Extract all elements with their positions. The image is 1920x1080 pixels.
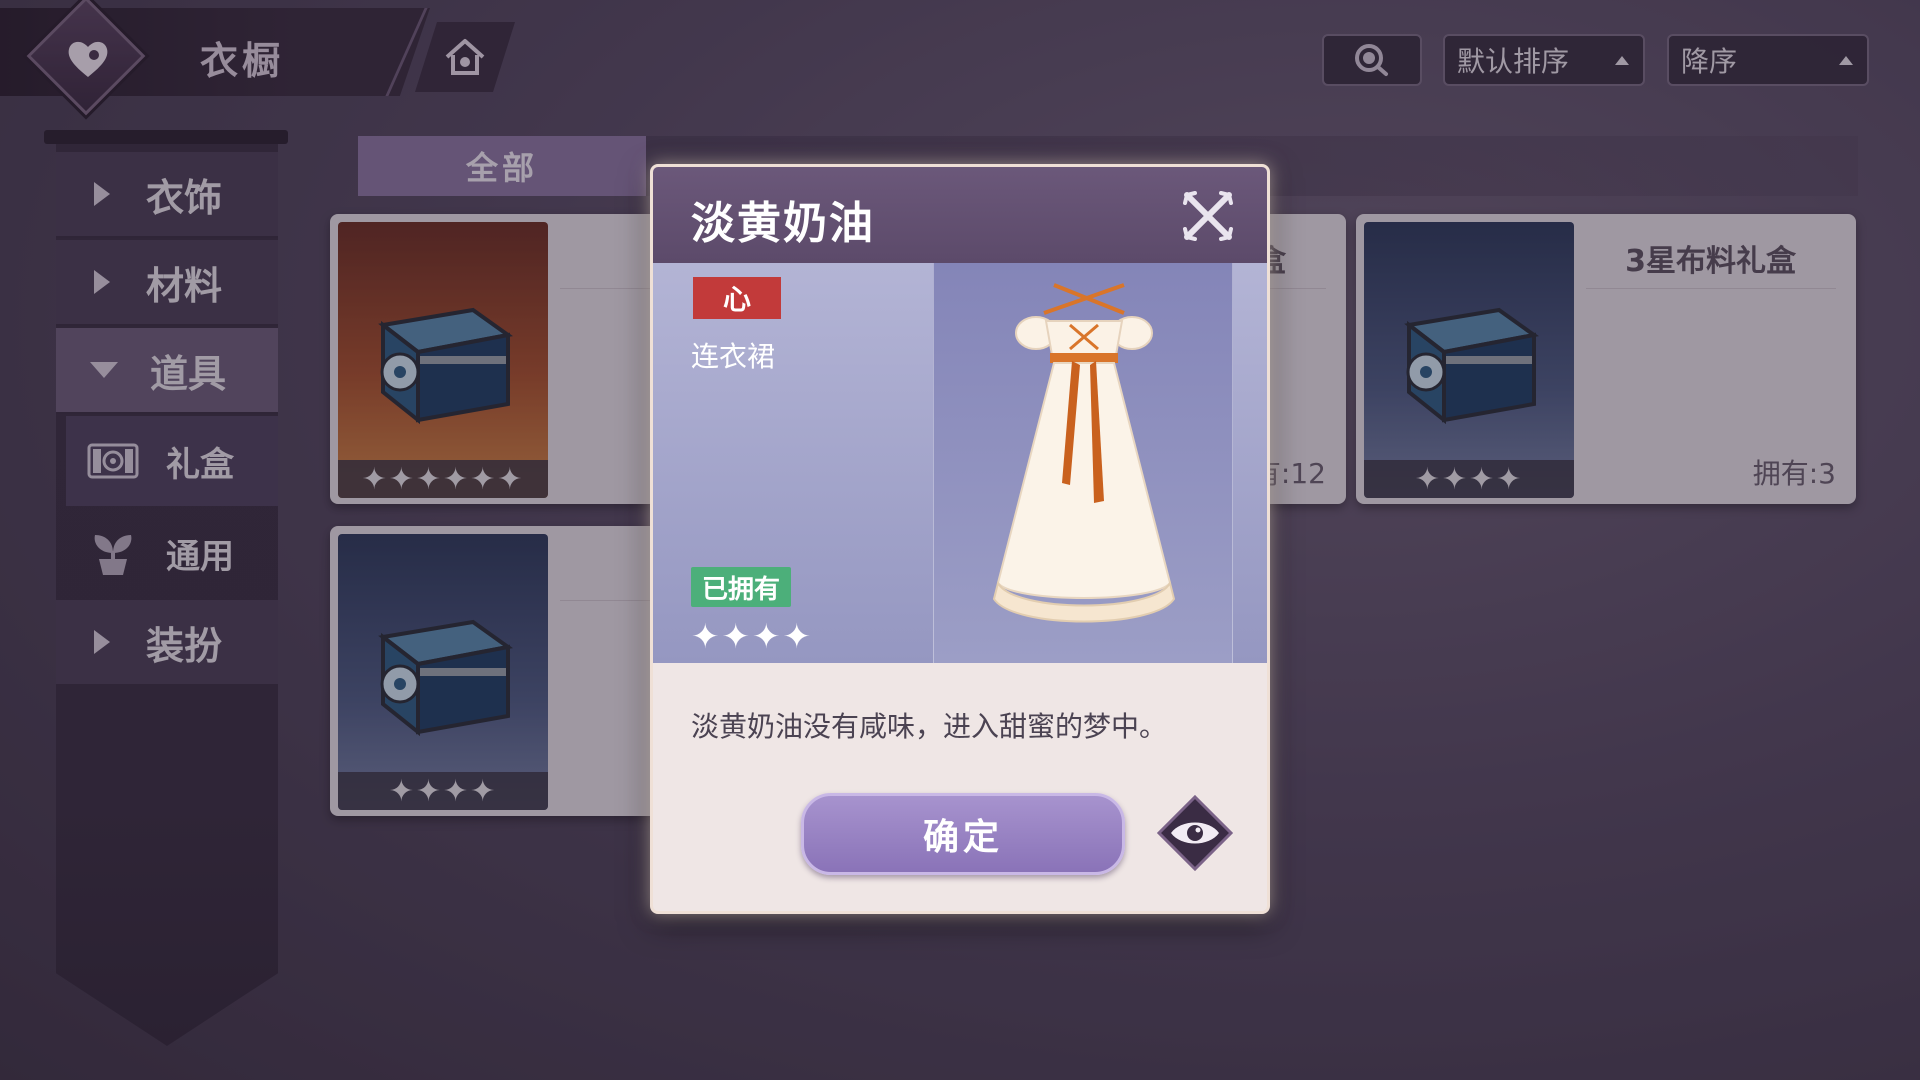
rarity-stars: ✦✦✦✦: [691, 617, 813, 657]
heart-badge: 心: [693, 277, 781, 319]
dress-image: [992, 283, 1176, 623]
confirm-button[interactable]: 确定: [801, 793, 1125, 875]
item-detail-dialog: 淡黄奶油 心 连衣裙 已拥有 ✦✦✦✦ 淡黄奶油没有咸味，进入甜蜜的梦中。 确定: [650, 164, 1270, 914]
eye-icon: [1156, 794, 1234, 872]
dialog-title: 淡黄奶油: [691, 198, 875, 249]
close-button[interactable]: [1181, 189, 1235, 243]
item-type-label: 连衣裙: [691, 340, 776, 373]
dress-preview: [933, 263, 1233, 663]
close-icon: [1183, 191, 1233, 241]
item-description: 淡黄奶油没有咸味，进入甜蜜的梦中。: [691, 710, 1168, 743]
owned-badge: 已拥有: [691, 567, 791, 607]
preview-button[interactable]: [1156, 794, 1234, 872]
